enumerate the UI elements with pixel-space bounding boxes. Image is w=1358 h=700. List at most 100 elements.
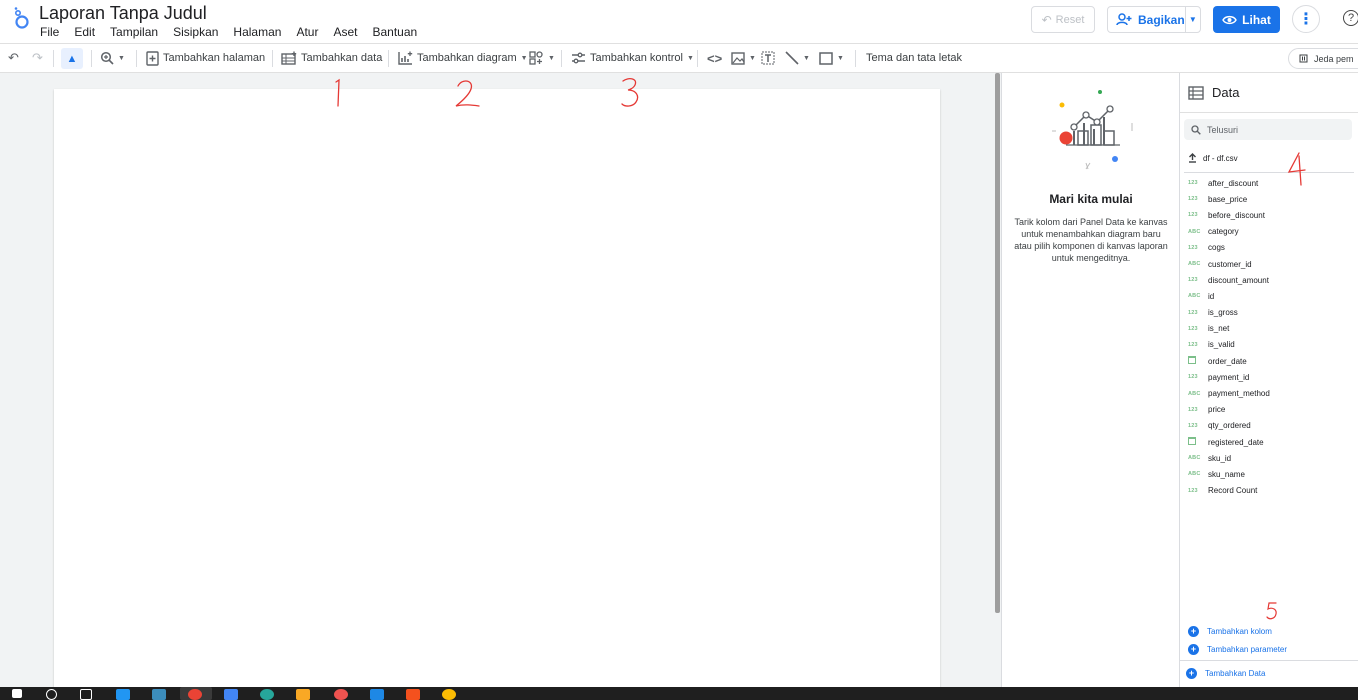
looker-studio-logo-icon[interactable]: [12, 6, 30, 30]
add-parameter-button[interactable]: + Tambahkan parameter: [1188, 644, 1287, 655]
field-item[interactable]: 123 is_net: [1188, 321, 1356, 337]
menu-arrange[interactable]: Atur: [296, 25, 318, 39]
theme-layout-label: Tema dan tata letak: [866, 52, 963, 64]
getting-started-illustration-icon: [1052, 90, 1133, 170]
more-options-icon[interactable]: ⋮: [1292, 5, 1320, 33]
app-icon[interactable]: [260, 689, 274, 700]
share-button[interactable]: Bagikan ▼: [1107, 6, 1201, 33]
redo-icon[interactable]: ↷: [32, 44, 43, 72]
search-placeholder: Telusuri: [1207, 124, 1239, 135]
zoom-control[interactable]: ▼: [100, 44, 125, 72]
text-box-icon[interactable]: [761, 44, 775, 72]
theme-layout-button[interactable]: Tema dan tata letak: [866, 44, 962, 72]
field-item[interactable]: ABC sku_id: [1188, 450, 1356, 466]
report-title[interactable]: Laporan Tanpa Judul: [39, 3, 207, 24]
add-chart-button[interactable]: Tambahkan diagram ▼: [398, 44, 528, 72]
canvas-scrollbar[interactable]: [993, 73, 1001, 687]
community-visualizations-button[interactable]: ▼: [529, 44, 555, 72]
menu-help[interactable]: Bantuan: [372, 25, 417, 39]
add-circle-icon: +: [1188, 644, 1199, 655]
add-field-button[interactable]: + Tambahkan kolom: [1188, 626, 1272, 637]
field-item[interactable]: 123 qty_ordered: [1188, 418, 1356, 434]
field-item[interactable]: registered_date: [1188, 434, 1356, 450]
field-name: Record Count: [1208, 486, 1258, 496]
search-taskbar-icon[interactable]: [46, 689, 57, 700]
field-item[interactable]: 123 discount_amount: [1188, 272, 1356, 288]
field-name: qty_ordered: [1208, 421, 1251, 431]
select-pointer-icon[interactable]: ▲: [61, 48, 83, 69]
field-item[interactable]: 123 payment_id: [1188, 369, 1356, 385]
field-item[interactable]: ABC category: [1188, 224, 1356, 240]
field-item[interactable]: ABC payment_method: [1188, 385, 1356, 401]
menu-edit[interactable]: Edit: [74, 25, 95, 39]
field-name: payment_id: [1208, 372, 1250, 382]
chrome-app-icon[interactable]: [188, 689, 202, 700]
data-table-icon: [1188, 85, 1204, 100]
scrollbar-thumb[interactable]: [995, 73, 1000, 613]
line-button[interactable]: ▼: [785, 44, 810, 72]
file-explorer-icon[interactable]: [296, 689, 310, 700]
properties-panel: Mari kita mulai Tarik kolom dari Panel D…: [1001, 73, 1179, 687]
pause-icon: [1299, 54, 1308, 63]
field-name: before_discount: [1208, 210, 1265, 220]
field-name: price: [1208, 405, 1226, 415]
shape-button[interactable]: ▼: [819, 44, 844, 72]
field-item[interactable]: 123 is_valid: [1188, 337, 1356, 353]
field-item[interactable]: 123 base_price: [1188, 191, 1356, 207]
data-source-item[interactable]: df - df.csv: [1188, 153, 1238, 163]
add-control-button[interactable]: Tambahkan kontrol ▼: [571, 44, 694, 72]
field-item[interactable]: 123 cogs: [1188, 240, 1356, 256]
add-control-icon: [572, 52, 585, 64]
reset-button[interactable]: ↶ Reset: [1031, 6, 1095, 33]
field-name: payment_method: [1208, 389, 1270, 399]
field-item[interactable]: ABC id: [1188, 288, 1356, 304]
text-type-icon: ABC: [1188, 390, 1201, 397]
numeric-type-icon: 123: [1188, 277, 1198, 284]
windows-start-icon[interactable]: [12, 689, 22, 698]
word-app-icon[interactable]: [370, 689, 384, 700]
text-type-icon: ABC: [1188, 455, 1201, 462]
field-name: is_gross: [1208, 308, 1238, 318]
field-item[interactable]: 123 is_gross: [1188, 305, 1356, 321]
field-item[interactable]: 123 Record Count: [1188, 483, 1356, 499]
reset-label: Reset: [1055, 13, 1085, 26]
menu-page[interactable]: Halaman: [233, 25, 281, 39]
add-data-button[interactable]: Tambahkan data: [281, 44, 382, 72]
toolbar: ↶ ↷ ▲ ▼ Tambahkan halaman Tambahkan data…: [0, 43, 1358, 73]
add-page-button[interactable]: Tambahkan halaman: [146, 44, 265, 72]
numeric-type-icon: 123: [1188, 487, 1198, 494]
app-icon[interactable]: [334, 689, 348, 700]
field-item[interactable]: order_date: [1188, 353, 1356, 369]
report-canvas[interactable]: [54, 89, 940, 689]
app-icon[interactable]: [224, 689, 238, 700]
field-item[interactable]: 123 price: [1188, 402, 1356, 418]
menu-file[interactable]: File: [40, 25, 59, 39]
undo-icon[interactable]: ↶: [8, 44, 19, 72]
chevron-down-icon: ▼: [686, 54, 694, 62]
chevron-down-icon: ▼: [520, 54, 528, 62]
text-type-icon: ABC: [1188, 228, 1201, 235]
add-control-label: Tambahkan kontrol: [590, 52, 683, 64]
add-data-panel-label: Tambahkan Data: [1205, 669, 1266, 678]
task-view-icon[interactable]: [80, 689, 92, 700]
embed-url-icon[interactable]: <>: [707, 44, 722, 72]
help-icon[interactable]: ?: [1343, 10, 1358, 26]
field-item[interactable]: ABC sku_name: [1188, 466, 1356, 482]
menu-insert[interactable]: Sisipkan: [173, 25, 218, 39]
edge-app-icon[interactable]: [116, 689, 130, 700]
share-dropdown-icon[interactable]: ▼: [1186, 15, 1200, 24]
store-app-icon[interactable]: [152, 689, 166, 700]
field-item[interactable]: 123 before_discount: [1188, 207, 1356, 223]
app-icon[interactable]: [442, 689, 456, 700]
field-search-input[interactable]: Telusuri: [1184, 119, 1352, 140]
menu-resource[interactable]: Aset: [333, 25, 357, 39]
acrobat-app-icon[interactable]: [406, 689, 420, 700]
menu-view[interactable]: Tampilan: [110, 25, 158, 39]
line-icon: [785, 51, 799, 65]
image-button[interactable]: ▼: [731, 44, 756, 72]
add-data-panel-button[interactable]: + Tambahkan Data: [1186, 668, 1265, 679]
field-item[interactable]: ABC customer_id: [1188, 256, 1356, 272]
view-button[interactable]: Lihat: [1213, 6, 1280, 33]
field-item[interactable]: 123 after_discount: [1188, 175, 1356, 191]
pause-updates-button[interactable]: Jeda pem: [1288, 48, 1358, 69]
